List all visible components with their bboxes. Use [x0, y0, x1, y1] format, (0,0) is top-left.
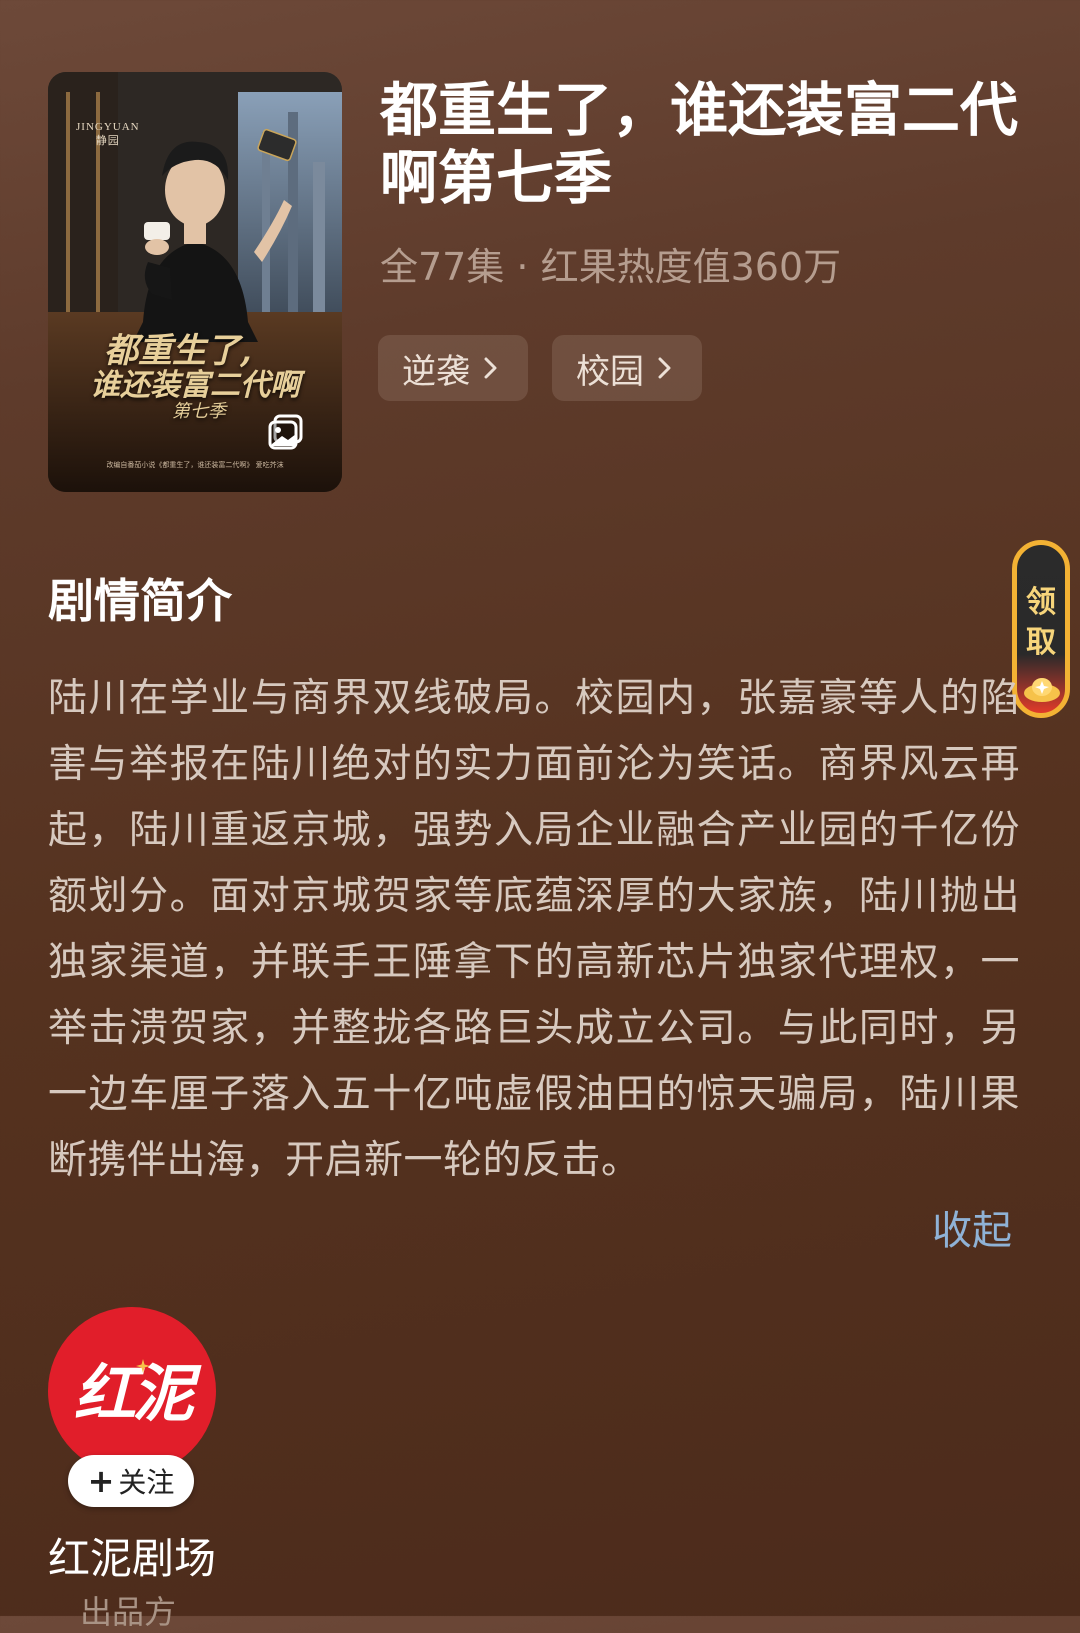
gold-ingot-icon — [1024, 678, 1060, 702]
producer-logo-text: 红泥 — [73, 1357, 194, 1430]
follow-label: 关注 — [118, 1466, 175, 1499]
gallery-icon[interactable] — [266, 412, 306, 452]
chevron-right-icon — [658, 357, 671, 379]
claim-label-1: 领 — [1026, 585, 1056, 620]
follow-button[interactable]: + 关注 — [68, 1455, 194, 1507]
episode-heat-info: 全77集 · 红果热度值360万 — [380, 245, 842, 289]
collapse-button[interactable]: 收起 — [932, 1198, 1012, 1256]
poster-fine-print: 改编自番茄小说《都重生了，谁还装富二代啊》 爱吃芥沫 — [106, 461, 284, 469]
tag-list: 逆袭 校园 — [378, 335, 702, 401]
producer-card: 红泥 + 关注 红泥剧场 出品方 — [48, 1307, 228, 1631]
tag-label: 逆袭 — [402, 351, 470, 392]
poster-title-art: 都重生了, 谁还装富二代啊 第七季 — [90, 331, 300, 423]
tag-nixi[interactable]: 逆袭 — [378, 335, 528, 401]
producer-role: 出品方 — [80, 1593, 177, 1631]
tag-label: 校园 — [576, 351, 644, 392]
poster-brand: JINGYUAN 静园 — [76, 121, 140, 147]
synopsis-text: 陆川在学业与商界双线破局。校园内，张嘉豪等人的陷害与举报在陆川绝对的实力面前沦为… — [48, 676, 1020, 1183]
plus-icon: + — [87, 1462, 115, 1500]
chevron-right-icon — [484, 357, 497, 379]
claim-reward-button[interactable]: 领 取 — [1012, 540, 1070, 718]
sparkle-icon — [136, 1359, 150, 1373]
tag-xiaoyuan[interactable]: 校园 — [552, 335, 702, 401]
drama-title: 都重生了，谁还装富二代啊第七季 — [380, 76, 1019, 212]
producer-name[interactable]: 红泥剧场 — [48, 1525, 216, 1586]
claim-label-2: 取 — [1026, 625, 1056, 660]
producer-avatar[interactable]: 红泥 — [48, 1307, 216, 1475]
drama-poster[interactable]: JINGYUAN 静园 都重生了, 谁还装富二代啊 第七季 改编自番茄小说《都重… — [48, 72, 342, 492]
synopsis-heading: 剧情简介 — [48, 574, 232, 628]
